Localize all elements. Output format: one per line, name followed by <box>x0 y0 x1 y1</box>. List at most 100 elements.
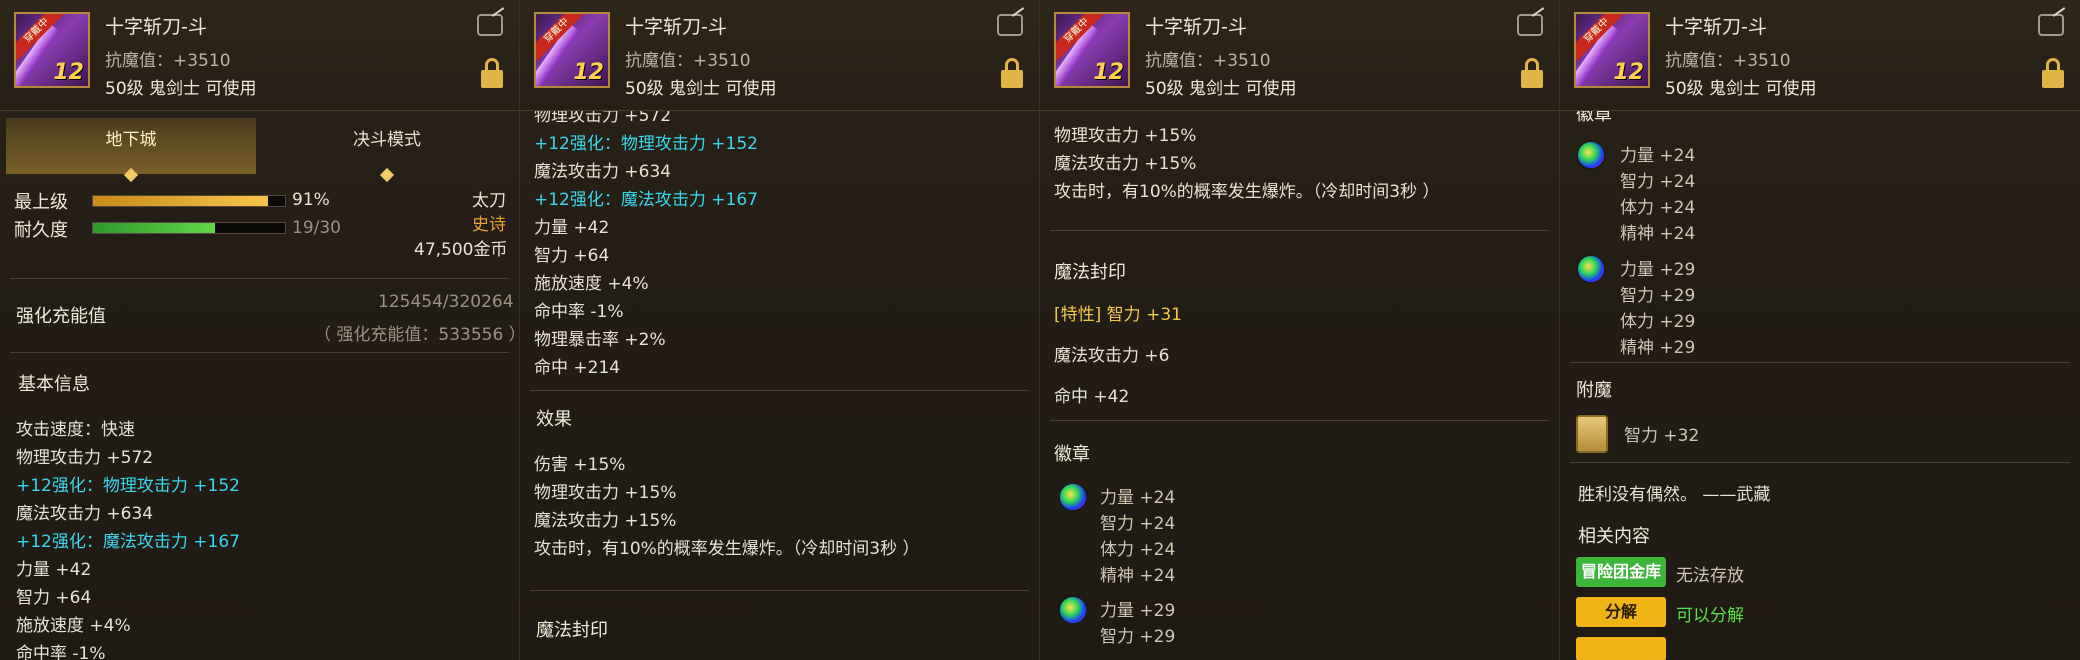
item-requirement: 50级 鬼剑士 可使用 <box>1145 79 1297 99</box>
effect-line: 魔法攻击力 +15% <box>534 511 677 531</box>
emblem-line: 精神 +29 <box>1620 338 1696 358</box>
item-requirement: 50级 鬼剑士 可使用 <box>105 79 257 99</box>
lock-icon[interactable] <box>2042 58 2064 88</box>
price: 47,500金币 <box>414 240 508 260</box>
divider <box>1570 362 2070 363</box>
resist-magic: 抗魔值：+3510 <box>105 51 231 71</box>
tab-indicator <box>123 167 139 183</box>
effect-line: 物理攻击力 +15% <box>1054 126 1197 146</box>
emblem-line: 精神 +24 <box>1620 224 1696 244</box>
related-title: 相关内容 <box>1578 526 1650 547</box>
stat-line: 攻击速度：快速 <box>16 420 135 440</box>
effect-line: 魔法攻击力 +15% <box>1054 154 1197 174</box>
enhance-level: 12 <box>1093 60 1124 85</box>
item-header: 穿戴中 12 十字斩刀-斗 抗魔值：+3510 50级 鬼剑士 可使用 <box>1560 0 2080 111</box>
tooltip-panel-2: 穿戴中 12 十字斩刀-斗 抗魔值：+3510 50级 鬼剑士 可使用 物理攻击… <box>520 0 1040 660</box>
resist-magic: 抗魔值：+3510 <box>1665 51 1791 71</box>
adventure-vault-button[interactable]: 冒险团金库 <box>1576 557 1666 587</box>
share-icon[interactable] <box>2038 14 2064 36</box>
share-icon[interactable] <box>477 14 503 36</box>
stat-line: 施放速度 +4% <box>16 616 131 636</box>
tooltip-panel-4: 穿戴中 12 十字斩刀-斗 抗魔值：+3510 50级 鬼剑士 可使用 徽章 力… <box>1560 0 2080 660</box>
divider <box>1050 230 1549 231</box>
divider <box>10 352 509 353</box>
item-icon: 穿戴中 12 <box>1054 12 1130 88</box>
enhance-level: 12 <box>53 60 84 85</box>
disassemble-button[interactable]: 分解 <box>1576 597 1666 627</box>
divider <box>10 278 509 279</box>
stat-line: 命中 +214 <box>534 358 621 378</box>
enhance-level: 12 <box>1613 60 1644 85</box>
resist-magic: 抗魔值：+3510 <box>625 51 751 71</box>
item-header: 穿戴中 12 十字斩刀-斗 抗魔值：+3510 50级 鬼剑士 可使用 <box>0 0 519 111</box>
enchant-card-icon <box>1576 415 1608 453</box>
weapon-type: 太刀 <box>472 191 506 211</box>
seal-line: [特性] 智力 +31 <box>1054 305 1182 325</box>
stat-line: 命中率 -1% <box>16 644 106 660</box>
related-text: 无法存放 <box>1676 566 1744 586</box>
divider <box>1570 462 2070 463</box>
durability-label: 耐久度 <box>14 220 68 241</box>
basic-info-title: 基本信息 <box>18 374 90 395</box>
emblem-gem-icon <box>1058 595 1088 625</box>
emblem-line: 力量 +29 <box>1620 260 1696 280</box>
stat-line: +12强化：物理攻击力 +152 <box>534 134 758 154</box>
stat-line: 力量 +42 <box>16 560 92 580</box>
related-text: 可以分解 <box>1676 606 1744 626</box>
share-icon[interactable] <box>1517 14 1543 36</box>
lock-icon[interactable] <box>481 58 503 88</box>
emblem-line: 力量 +24 <box>1620 146 1696 166</box>
tab-dungeon[interactable]: 地下城 <box>6 118 256 183</box>
enhance-level: 12 <box>573 60 604 85</box>
stat-line: 施放速度 +4% <box>534 274 649 294</box>
tooltip-panel-3: 穿戴中 12 十字斩刀-斗 抗魔值：+3510 50级 鬼剑士 可使用 物理攻击… <box>1040 0 1560 660</box>
stat-line: 智力 +64 <box>534 246 610 266</box>
emblem-gem-icon <box>1058 482 1088 512</box>
emblem-line: 力量 +24 <box>1100 488 1176 508</box>
effect-line: 攻击时，有10%的概率发生爆炸。（冷却时间3秒 ） <box>534 539 920 559</box>
emblem-title: 徽章 <box>1054 444 1090 465</box>
charge-label: 强化充能值 <box>16 306 106 327</box>
item-name: 十字斩刀-斗 <box>1665 16 1767 38</box>
mode-tabs: 地下城 决斗模式 <box>0 118 519 183</box>
emblem-gem-icon <box>1576 140 1606 170</box>
stat-line: 力量 +42 <box>534 218 610 238</box>
lock-icon[interactable] <box>1521 58 1543 88</box>
emblem-line: 体力 +24 <box>1100 540 1176 560</box>
effect-line: 物理攻击力 +15% <box>534 483 677 503</box>
stat-line: +12强化：魔法攻击力 +167 <box>16 532 240 552</box>
lock-icon[interactable] <box>1001 58 1023 88</box>
stat-line: +12强化：物理攻击力 +152 <box>16 476 240 496</box>
emblem-line: 智力 +24 <box>1100 514 1176 534</box>
stat-line: 魔法攻击力 +634 <box>534 162 672 182</box>
effect-line: 伤害 +15% <box>534 455 626 475</box>
emblem-line: 智力 +29 <box>1620 286 1696 306</box>
emblem-line: 体力 +29 <box>1620 312 1696 332</box>
related-button-cut[interactable] <box>1576 637 1666 660</box>
stat-line: 物理攻击力 +572 <box>16 448 154 468</box>
tab-duel[interactable]: 决斗模式 <box>262 118 512 183</box>
grade-bar-fill <box>93 196 268 206</box>
item-requirement: 50级 鬼剑士 可使用 <box>1665 79 1817 99</box>
tooltip-panel-1: 穿戴中 12 十字斩刀-斗 抗魔值：+3510 50级 鬼剑士 可使用 地下城 … <box>0 0 520 660</box>
emblem-line: 智力 +29 <box>1100 627 1176 647</box>
screen: 穿戴中 12 十字斩刀-斗 抗魔值：+3510 50级 鬼剑士 可使用 地下城 … <box>0 0 2080 660</box>
seal-title: 魔法封印 <box>1054 262 1126 283</box>
stat-line: 命中率 -1% <box>534 302 624 322</box>
stat-line: 魔法攻击力 +634 <box>16 504 154 524</box>
item-name: 十字斩刀-斗 <box>105 16 207 38</box>
item-icon: 穿戴中 12 <box>534 12 610 88</box>
rarity: 史诗 <box>472 215 506 235</box>
effect-title: 效果 <box>536 409 572 430</box>
item-name: 十字斩刀-斗 <box>625 16 727 38</box>
grade-bar <box>92 195 286 207</box>
divider <box>530 590 1029 591</box>
enchant-value: 智力 +32 <box>1624 426 1700 446</box>
effect-line: 攻击时，有10%的概率发生爆炸。（冷却时间3秒 ） <box>1054 182 1440 202</box>
share-icon[interactable] <box>997 14 1023 36</box>
seal-line: 魔法攻击力 +6 <box>1054 346 1170 366</box>
stat-line: +12强化：魔法攻击力 +167 <box>534 190 758 210</box>
flavor-quote: 胜利没有偶然。 ——武藏 <box>1578 485 1771 505</box>
charge-sub: （ 强化充能值：533556 ） <box>314 325 520 345</box>
seal-line: 命中 +42 <box>1054 387 1130 407</box>
